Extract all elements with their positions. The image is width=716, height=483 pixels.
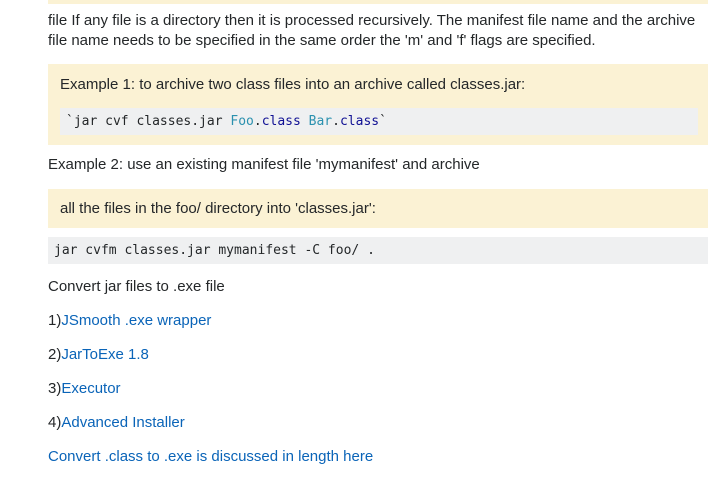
code-type-foo: Foo (230, 114, 254, 129)
tool-number: 4) (48, 414, 62, 431)
tool-item-3: 3)Executor (48, 379, 708, 399)
code-keyword-class: class (261, 114, 301, 129)
jsmooth-link[interactable]: JSmooth .exe wrapper (61, 312, 211, 329)
example1-text: Example 1: to archive two class files in… (60, 76, 526, 93)
code-keyword-class: class (339, 114, 380, 129)
convert-heading: Convert jar files to .exe file (48, 278, 225, 295)
example1-blockquote: Example 1: to archive two class files in… (48, 64, 708, 145)
tool-item-1: 1)JSmooth .exe wrapper (48, 311, 708, 331)
tool-item-2: 2)JarToExe 1.8 (48, 345, 708, 365)
advanced-installer-link[interactable]: Advanced Installer (61, 414, 184, 431)
example2-blockquote: all the files in the foo/ directory into… (48, 189, 708, 228)
tool-item-4: 4)Advanced Installer (48, 413, 708, 433)
code-dot: . (332, 114, 340, 129)
code-command: jar cvf classes.jar (73, 114, 231, 129)
tool-number: 2) (48, 346, 62, 363)
discussion-link[interactable]: Convert .class to .exe is discussed in l… (48, 448, 373, 465)
example1-code: `jar cvf classes.jar Foo.class Bar.class… (60, 108, 698, 135)
example2-text: Example 2: use an existing manifest file… (48, 156, 480, 173)
final-paragraph: Convert .class to .exe is discussed in l… (48, 447, 708, 467)
tool-number: 3) (48, 380, 62, 397)
example2-code: jar cvfm classes.jar mymanifest -C foo/ … (48, 237, 708, 264)
intro-paragraph: file If any file is a directory then it … (48, 12, 696, 49)
example2-quote-text: all the files in the foo/ directory into… (60, 200, 376, 217)
code-backtick-close: ` (379, 114, 387, 129)
executor-link[interactable]: Executor (61, 380, 120, 397)
jartoexe-link[interactable]: JarToExe 1.8 (61, 346, 149, 363)
code-type-bar: Bar (308, 114, 333, 129)
tool-number: 1) (48, 312, 62, 329)
code-dot: . (253, 114, 262, 129)
blockquote-bottom-edge (48, 0, 708, 4)
code-backtick-open: ` (66, 114, 74, 129)
